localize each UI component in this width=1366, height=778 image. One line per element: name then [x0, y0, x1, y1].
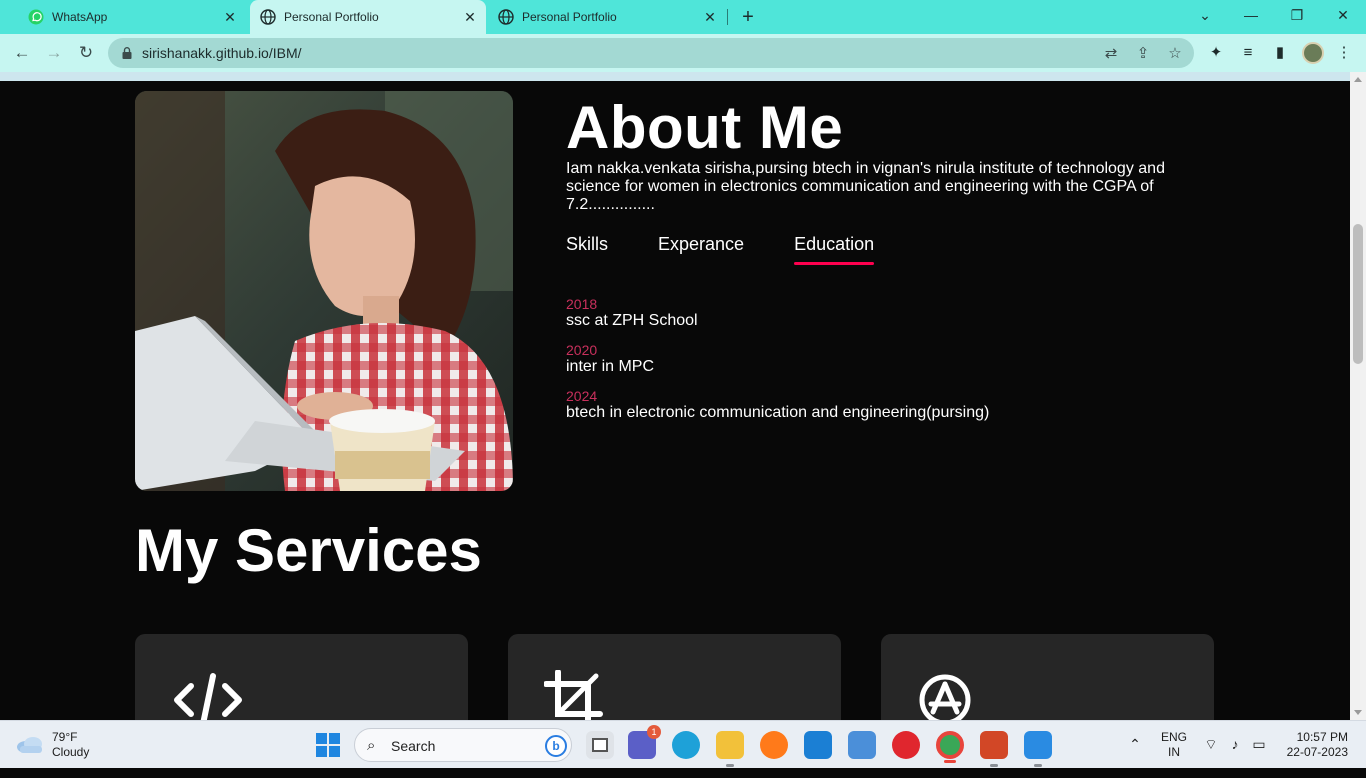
weather-temp: 79°F [52, 730, 78, 744]
task-view-icon[interactable] [586, 731, 614, 759]
weather-desc: Cloudy [52, 745, 90, 759]
opera-icon[interactable] [892, 731, 920, 759]
menu-kebab-icon[interactable]: ⋮ [1334, 43, 1354, 63]
close-window-button[interactable]: ✕ [1320, 0, 1366, 30]
mail-icon[interactable] [804, 731, 832, 759]
tab-education[interactable]: Education [794, 234, 875, 265]
system-clock[interactable]: 10:57 PM 22-07-2023 [1284, 730, 1348, 778]
education-year: 2018 [566, 296, 598, 312]
media-control-icon[interactable]: ≡ [1238, 43, 1258, 63]
extensions-icon[interactable]: ✦ [1206, 43, 1226, 63]
search-label: Search [391, 738, 436, 754]
service-card[interactable] [508, 634, 841, 720]
education-desc: inter in MPC [566, 358, 655, 375]
about-tabs: Skills Experance Education [566, 234, 924, 265]
whatsapp-icon [28, 9, 44, 25]
portfolio-page: About Me Iam nakka.venkata sirisha,pursi… [0, 81, 1350, 720]
powerpoint-icon[interactable] [980, 731, 1008, 767]
clock-date: 22-07-2023 [1286, 745, 1348, 759]
new-tab-button[interactable]: + [738, 7, 758, 27]
search-icon: ⌕ [367, 737, 376, 754]
crop-icon [544, 670, 603, 720]
profile-avatar[interactable] [1302, 42, 1324, 64]
browser-toolbar: ← → ↻ sirishanakk.github.io/IBM/ ⇄ ⇪ ☆ ✦… [0, 34, 1366, 72]
tab-skills[interactable]: Skills [566, 234, 608, 255]
tab-separator [727, 9, 728, 25]
education-item: 2024 btech in electronic communication a… [566, 388, 989, 422]
back-button[interactable]: ← [12, 43, 32, 63]
minimize-button[interactable]: — [1228, 0, 1274, 30]
globe-icon [498, 9, 514, 25]
chrome-icon[interactable] [936, 731, 964, 763]
service-card[interactable] [881, 634, 1214, 720]
education-year: 2020 [566, 342, 598, 358]
side-panel-icon[interactable]: ▮ [1270, 43, 1290, 63]
app-store-icon [919, 674, 971, 720]
edge-icon[interactable] [672, 731, 700, 759]
restore-button[interactable]: ❐ [1274, 0, 1320, 30]
tab-search-chevron-icon[interactable]: ⌄ [1182, 0, 1228, 30]
store-icon[interactable] [848, 731, 876, 759]
service-card[interactable] [135, 634, 468, 720]
url-text[interactable]: sirishanakk.github.io/IBM/ [142, 45, 302, 61]
tab-whatsapp[interactable]: WhatsApp ✕ [8, 0, 246, 34]
page-scrollbar[interactable] [1350, 72, 1366, 720]
education-item: 2018 ssc at ZPH School [566, 296, 989, 330]
lang-top: ENG [1160, 730, 1187, 744]
weather-widget[interactable]: 79°F Cloudy [16, 730, 89, 760]
code-icon [174, 673, 242, 720]
bookmark-star-icon[interactable]: ☆ [1166, 45, 1184, 63]
windows-start-icon[interactable] [316, 733, 340, 757]
education-year: 2024 [566, 388, 598, 404]
education-desc: ssc at ZPH School [566, 312, 698, 329]
cloud-icon [17, 737, 42, 753]
bing-icon[interactable]: b [545, 735, 567, 757]
tab-title: Personal Portfolio [522, 10, 617, 24]
tab-personal-portfolio[interactable]: Personal Portfolio ✕ [488, 0, 726, 34]
forward-button[interactable]: → [44, 43, 64, 63]
services-title: My Services [135, 517, 482, 584]
close-tab-icon[interactable]: ✕ [462, 9, 478, 25]
page-top-strip [0, 72, 1366, 81]
battery-icon[interactable]: ▭ [1250, 735, 1268, 753]
scroll-up-icon[interactable] [1354, 77, 1362, 82]
file-explorer-icon[interactable] [716, 731, 744, 767]
scroll-down-icon[interactable] [1354, 710, 1362, 715]
education-list: 2018 ssc at ZPH School 2020 inter in MPC… [566, 296, 989, 434]
language-indicator[interactable]: ENG IN [1160, 730, 1188, 778]
globe-icon [260, 9, 276, 25]
tab-personal-portfolio-active[interactable]: Personal Portfolio ✕ [250, 0, 486, 34]
address-bar[interactable]: sirishanakk.github.io/IBM/ ⇄ ⇪ ☆ [108, 38, 1194, 68]
close-tab-icon[interactable]: ✕ [222, 9, 238, 25]
photos-icon[interactable] [1024, 731, 1052, 767]
browser-tab-bar: WhatsApp ✕ Personal Portfolio ✕ Personal… [0, 0, 1366, 34]
tab-title: Personal Portfolio [284, 10, 379, 24]
tray-overflow-icon[interactable]: ⌃ [1126, 735, 1144, 753]
clock-time: 10:57 PM [1296, 730, 1348, 744]
close-tab-icon[interactable]: ✕ [702, 9, 718, 25]
education-item: 2020 inter in MPC [566, 342, 989, 376]
translate-icon[interactable]: ⇄ [1102, 45, 1120, 63]
chat-badge: 1 [647, 725, 661, 739]
scrollbar-thumb[interactable] [1353, 224, 1363, 364]
firefox-icon[interactable] [760, 731, 788, 759]
education-desc: btech in electronic communication and en… [566, 404, 990, 421]
profile-photo [135, 91, 513, 491]
tab-experience[interactable]: Experance [658, 234, 744, 255]
lock-icon[interactable] [120, 46, 134, 60]
taskbar-search[interactable]: ⌕ Search b [354, 728, 572, 762]
woman-at-laptop-image [135, 91, 513, 491]
share-icon[interactable]: ⇪ [1134, 45, 1152, 63]
volume-icon[interactable]: ♪ [1226, 735, 1244, 753]
windows-taskbar: 79°F Cloudy ⌕ Search b 1 ⌃ ENG IN ⌔ ♪ ▭ … [0, 720, 1366, 768]
tab-title: WhatsApp [52, 10, 108, 24]
wifi-icon[interactable]: ⌔ [1202, 735, 1220, 753]
teams-chat-icon[interactable]: 1 [628, 725, 661, 759]
about-description: Iam nakka.venkata sirisha,pursing btech … [566, 160, 1165, 213]
reload-button[interactable]: ↻ [76, 43, 96, 63]
about-title: About Me [566, 94, 844, 161]
lang-bottom: IN [1168, 745, 1180, 759]
